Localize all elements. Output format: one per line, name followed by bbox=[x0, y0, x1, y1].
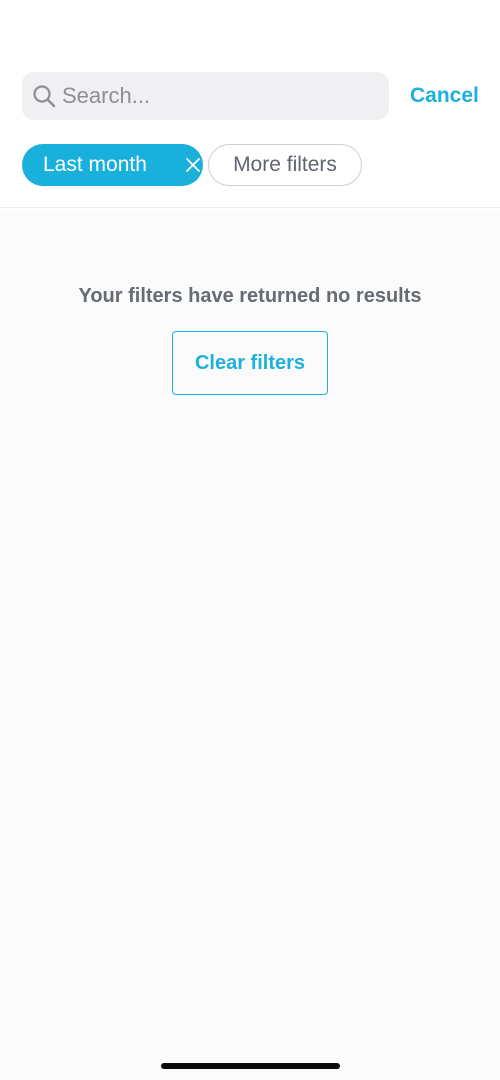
search-icon bbox=[33, 85, 56, 108]
clear-filters-button[interactable]: Clear filters bbox=[172, 331, 328, 395]
search-header: Search... Cancel Last month More filters bbox=[0, 0, 500, 208]
filter-chip-label: Last month bbox=[43, 153, 147, 176]
more-filters-label: More filters bbox=[233, 153, 337, 176]
search-placeholder: Search... bbox=[62, 83, 151, 108]
results-area: Your filters have returned no results Cl… bbox=[0, 209, 500, 1080]
empty-state-message: Your filters have returned no results bbox=[78, 285, 422, 307]
home-indicator[interactable] bbox=[161, 1063, 340, 1069]
filter-chip-last-month[interactable]: Last month bbox=[22, 144, 203, 186]
cancel-button[interactable]: Cancel bbox=[410, 80, 479, 112]
search-input[interactable]: Search... bbox=[22, 72, 389, 120]
close-icon[interactable] bbox=[185, 157, 201, 173]
filter-results-screen: Search... Cancel Last month More filters… bbox=[0, 0, 500, 1080]
more-filters-button[interactable]: More filters bbox=[208, 144, 362, 186]
